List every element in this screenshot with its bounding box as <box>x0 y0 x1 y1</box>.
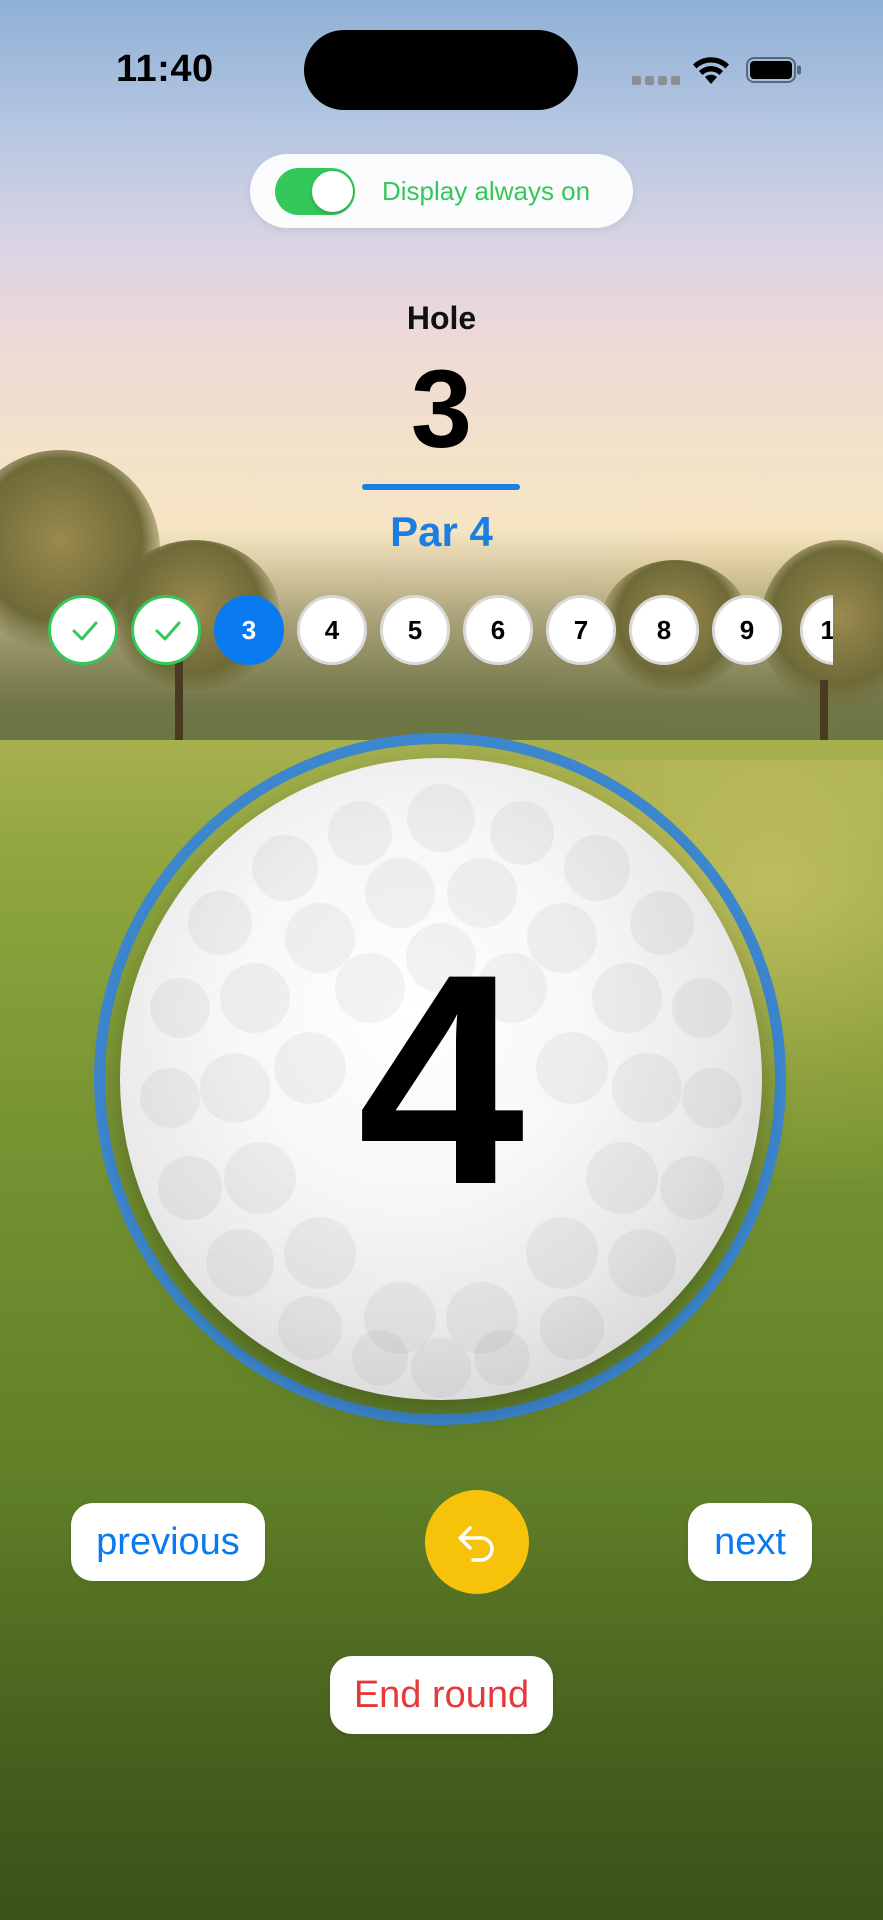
status-time: 11:40 <box>116 48 214 90</box>
wifi-icon <box>693 57 729 84</box>
hole-chip-3[interactable]: 3 <box>214 595 284 665</box>
hole-chip-1[interactable] <box>48 595 118 665</box>
score-value: 4 <box>357 911 525 1247</box>
hole-underline <box>362 484 520 490</box>
checkmark-icon <box>155 621 181 641</box>
checkmark-icon <box>72 621 98 641</box>
undo-button[interactable] <box>425 1490 529 1594</box>
hole-chip-10[interactable]: 10 <box>800 595 833 665</box>
undo-icon <box>458 1526 494 1562</box>
end-round-button[interactable]: End round <box>330 1656 553 1734</box>
toggle-switch[interactable] <box>275 168 355 215</box>
hole-selector[interactable]: 3 4 5 6 7 8 9 10 <box>48 595 833 667</box>
hole-chip-4[interactable]: 4 <box>297 595 367 665</box>
hole-chip-2[interactable] <box>131 595 201 665</box>
toggle-knob <box>312 171 353 212</box>
hole-chip-6[interactable]: 6 <box>463 595 533 665</box>
hole-chip-9[interactable]: 9 <box>712 595 782 665</box>
hole-chip-5[interactable]: 5 <box>380 595 450 665</box>
next-button[interactable]: next <box>688 1503 812 1581</box>
par-label: Par 4 <box>390 508 493 555</box>
hole-chip-7[interactable]: 7 <box>546 595 616 665</box>
display-always-on-toggle[interactable]: Display always on <box>250 154 633 228</box>
cellular-signal-icon <box>632 76 680 86</box>
dynamic-island <box>304 30 578 110</box>
battery-icon <box>746 57 801 83</box>
toggle-label: Display always on <box>382 176 591 206</box>
hole-chip-8[interactable]: 8 <box>629 595 699 665</box>
previous-button[interactable]: previous <box>71 1503 265 1581</box>
hole-label: Hole <box>406 300 477 336</box>
hole-number: 3 <box>410 348 473 471</box>
